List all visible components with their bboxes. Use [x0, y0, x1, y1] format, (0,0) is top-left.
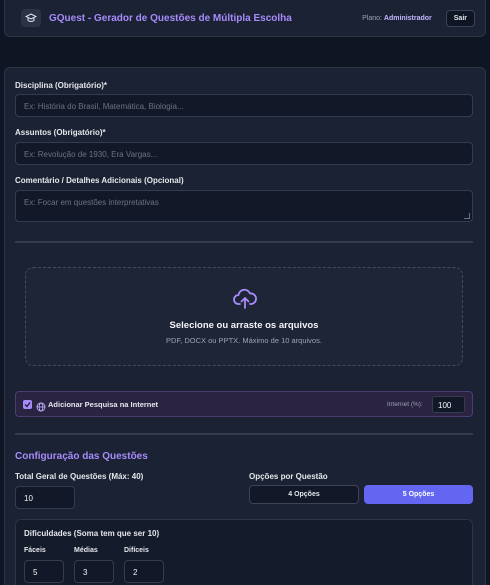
discipline-input[interactable]: Ex: História do Brasil, Matemática, Biol…	[15, 94, 473, 117]
file-dropzone[interactable]: Selecione ou arraste os arquivos PDF, DO…	[25, 267, 463, 366]
medium-label: Médias	[74, 547, 98, 554]
generator-form-card: Disciplina (Obrigatório)* Ex: História d…	[4, 67, 486, 585]
section-divider	[15, 433, 473, 435]
dropzone-title: Selecione ou arraste os arquivos	[169, 320, 319, 331]
total-questions-input[interactable]: 10	[15, 486, 75, 509]
difficulty-title: Dificuldades (Soma tem que ser 10)	[24, 529, 160, 538]
easy-input[interactable]: 5	[24, 560, 64, 583]
plan-value: Administrador	[383, 14, 432, 22]
app-header: GQuest - Gerador de Questões de Múltipla…	[4, 0, 486, 37]
option-5-button[interactable]: 5 Opções	[364, 485, 473, 504]
difficulty-panel: Dificuldades (Soma tem que ser 10) Fácei…	[15, 519, 473, 585]
options-per-question-label: Opções por Questão	[249, 472, 328, 481]
hard-label: Difíceis	[124, 547, 149, 554]
discipline-label: Disciplina (Obrigatório)*	[15, 81, 108, 90]
total-questions-label: Total Geral de Questões (Máx: 40)	[15, 472, 144, 481]
internet-search-row: Adicionar Pesquisa na Internet Internet …	[15, 391, 473, 417]
subjects-input[interactable]: Ex: Revolução de 1930, Era Vargas...	[15, 142, 473, 165]
resize-handle[interactable]	[464, 213, 470, 219]
hard-input[interactable]: 2	[124, 560, 164, 583]
comment-textarea[interactable]: Ex: Focar em questões interpretativas	[15, 190, 473, 222]
plan-indicator: Plano: Administrador	[362, 15, 432, 22]
section-divider	[15, 241, 473, 243]
app-title: GQuest - Gerador de Questões de Múltipla…	[49, 12, 292, 24]
comment-label: Comentário / Detalhes Adicionais (Opcion…	[15, 176, 184, 185]
internet-percent-input[interactable]: 100	[432, 396, 465, 413]
subjects-label: Assuntos (Obrigatório)*	[15, 128, 106, 137]
internet-search-label: Adicionar Pesquisa na Internet	[48, 400, 159, 409]
comment-placeholder: Ex: Focar em questões interpretativas	[24, 198, 159, 207]
config-section-title: Configuração das Questões	[15, 451, 148, 462]
globe-icon	[36, 399, 46, 417]
internet-percent-label: Internet (%):	[387, 401, 423, 408]
easy-label: Fáceis	[24, 547, 46, 554]
cloud-upload-icon	[233, 288, 257, 315]
option-4-button[interactable]: 4 Opções	[249, 485, 359, 504]
graduation-cap-icon	[21, 9, 41, 27]
plan-label: Plano:	[362, 14, 382, 22]
medium-input[interactable]: 3	[74, 560, 114, 583]
dropzone-subtitle: PDF, DOCX ou PPTX. Máximo de 10 arquivos…	[166, 336, 322, 345]
internet-search-checkbox[interactable]	[23, 400, 32, 409]
logout-button[interactable]: Sair	[445, 9, 475, 27]
